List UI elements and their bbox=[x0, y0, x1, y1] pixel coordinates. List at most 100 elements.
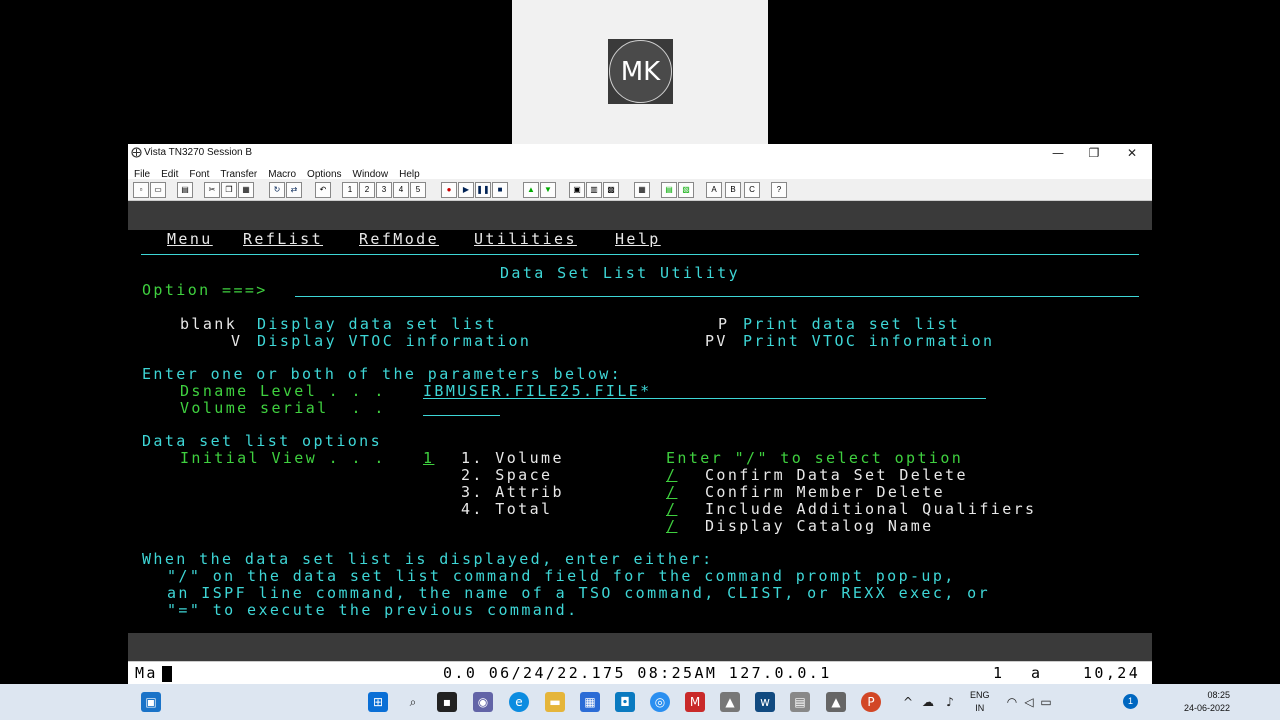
app-icon bbox=[131, 147, 142, 158]
pause-icon[interactable]: ❚❚ bbox=[475, 182, 491, 198]
volume-label: Volume serial . . bbox=[180, 399, 386, 417]
cut-icon[interactable]: ✂ bbox=[204, 182, 220, 198]
task-view-icon[interactable]: ▣ bbox=[141, 692, 161, 712]
record-icon[interactable]: ● bbox=[441, 182, 457, 198]
disconnect-icon[interactable]: ▥ bbox=[586, 182, 602, 198]
dsname-label: Dsname Level . . . bbox=[180, 382, 386, 400]
print-icon[interactable]: ▤ bbox=[177, 182, 193, 198]
status-bar: Ma 0.0 06/24/22.175 08:25AM 127.0.0.1 1 … bbox=[128, 661, 1152, 684]
start-icon[interactable]: ⊞ bbox=[368, 692, 388, 712]
chat-icon[interactable]: ◉ bbox=[473, 692, 493, 712]
keyboard-icon[interactable]: ▩ bbox=[603, 182, 619, 198]
macro-4-icon[interactable]: 4 bbox=[393, 182, 409, 198]
session-c-button[interactable]: C bbox=[744, 182, 760, 198]
option-key-blank: blank bbox=[180, 315, 238, 333]
status-mode: a bbox=[1031, 664, 1043, 682]
open-icon[interactable]: ▭ bbox=[150, 182, 166, 198]
search-icon[interactable]: ⌕ bbox=[403, 692, 423, 712]
check-confirm-dataset-delete[interactable]: / bbox=[666, 467, 677, 484]
connect-icon[interactable]: ▣ bbox=[569, 182, 585, 198]
actionbar-utilities[interactable]: Utilities bbox=[474, 231, 577, 248]
menu-bar: File Edit Font Transfer Macro Options Window He… bbox=[128, 162, 1152, 180]
capture-icon[interactable]: ▤ bbox=[661, 182, 677, 198]
macro-1-icon[interactable]: 1 bbox=[342, 182, 358, 198]
video-call-panel: MK bbox=[512, 0, 768, 144]
actionbar-separator bbox=[141, 254, 1139, 255]
vista-app-icon[interactable]: ▲ bbox=[826, 692, 846, 712]
new-icon[interactable]: ▫ bbox=[133, 182, 149, 198]
close-button[interactable]: ✕ bbox=[1114, 144, 1150, 162]
actionbar-reflist[interactable]: RefList bbox=[243, 231, 323, 248]
view-volume: 1. Volume bbox=[461, 449, 564, 467]
actionbar-refmode[interactable]: RefMode bbox=[359, 231, 439, 248]
refresh-icon[interactable]: ↻ bbox=[269, 182, 285, 198]
restore-button[interactable]: ❐ bbox=[1076, 144, 1112, 162]
powerpoint-icon[interactable]: P bbox=[861, 692, 881, 712]
title-bar: Vista TN3270 Session B — ❐ ✕ bbox=[128, 144, 1152, 162]
help-button[interactable]: ? bbox=[771, 182, 787, 198]
mic-icon[interactable]: ♪ bbox=[940, 692, 960, 712]
help-line-1: When the data set list is displayed, ent… bbox=[142, 550, 714, 568]
properties-icon[interactable]: ▦ bbox=[634, 182, 650, 198]
status-session: 1 bbox=[993, 664, 1005, 682]
widgets-icon[interactable]: ▪ bbox=[437, 692, 457, 712]
notification-badge[interactable]: 1 bbox=[1123, 694, 1138, 709]
copy-icon[interactable]: ❐ bbox=[221, 182, 237, 198]
params-heading: Enter one or both of the parameters belo… bbox=[142, 365, 623, 383]
actionbar-help[interactable]: Help bbox=[615, 231, 661, 248]
download-icon[interactable]: ▼ bbox=[540, 182, 556, 198]
stop-icon[interactable]: ■ bbox=[492, 182, 508, 198]
explorer-icon[interactable]: ▬ bbox=[545, 692, 565, 712]
check-confirm-member-delete[interactable]: / bbox=[666, 484, 677, 501]
cloud-icon[interactable]: ☁ bbox=[918, 692, 938, 712]
check-label-display-catalog: Display Catalog Name bbox=[705, 517, 934, 535]
terminal-app-icon[interactable]: ▲ bbox=[720, 692, 740, 712]
check-include-qualifiers[interactable]: / bbox=[666, 501, 677, 518]
menu-transfer[interactable]: Transfer bbox=[214, 166, 262, 180]
session-a-button[interactable]: A bbox=[706, 182, 722, 198]
macro-2-icon[interactable]: 2 bbox=[359, 182, 375, 198]
sync-icon[interactable]: ⇄ bbox=[286, 182, 302, 198]
initial-view-label: Initial View . . . bbox=[180, 449, 386, 467]
check-display-catalog[interactable]: / bbox=[666, 518, 677, 535]
app-icon-2[interactable]: ▤ bbox=[790, 692, 810, 712]
menu-help[interactable]: Help bbox=[393, 166, 425, 180]
actionbar-menu[interactable]: Menu bbox=[167, 231, 213, 248]
chrome-icon[interactable]: ◎ bbox=[650, 692, 670, 712]
cursor-block bbox=[162, 666, 172, 682]
play-icon[interactable]: ▶ bbox=[458, 182, 474, 198]
select-hint: Enter "/" to select option bbox=[666, 449, 964, 467]
help-line-2: "/" on the data set list command field f… bbox=[167, 567, 956, 585]
option-key-p: P bbox=[718, 315, 730, 333]
volume-input-underline bbox=[423, 415, 500, 416]
webex-icon[interactable]: w bbox=[755, 692, 775, 712]
tray-chevron-icon[interactable]: ^ bbox=[898, 692, 918, 712]
menu-file[interactable]: File bbox=[128, 166, 155, 180]
minimize-button[interactable]: — bbox=[1040, 144, 1076, 162]
menu-font[interactable]: Font bbox=[183, 166, 214, 180]
store-icon[interactable]: ▦ bbox=[580, 692, 600, 712]
session-b-button[interactable]: B bbox=[725, 182, 741, 198]
clock[interactable]: 08:25 24-06-2022 bbox=[1184, 689, 1230, 715]
language-indicator[interactable]: ENG IN bbox=[970, 689, 990, 715]
edge-icon[interactable]: e bbox=[509, 692, 529, 712]
check-label-include-qualifiers: Include Additional Qualifiers bbox=[705, 500, 1037, 518]
macro-3-icon[interactable]: 3 bbox=[376, 182, 392, 198]
menu-macro[interactable]: Macro bbox=[262, 166, 301, 180]
check-label-confirm-dataset-delete: Confirm Data Set Delete bbox=[705, 466, 968, 484]
terminal-bottom-margin bbox=[128, 633, 1152, 661]
app-icon-1[interactable]: ◘ bbox=[615, 692, 635, 712]
menu-window[interactable]: Window bbox=[347, 166, 394, 180]
initial-view-input[interactable]: 1 bbox=[423, 450, 434, 467]
battery-icon[interactable]: ▭ bbox=[1036, 692, 1056, 712]
macro-5-icon[interactable]: 5 bbox=[410, 182, 426, 198]
undo-icon[interactable]: ↶ bbox=[315, 182, 331, 198]
paste-icon[interactable]: ▦ bbox=[238, 182, 254, 198]
menu-options[interactable]: Options bbox=[301, 166, 346, 180]
log-icon[interactable]: ▧ bbox=[678, 182, 694, 198]
terminal-screen[interactable]: Menu RefList RefMode Utilities Help Data… bbox=[128, 201, 1152, 661]
menu-edit[interactable]: Edit bbox=[155, 166, 183, 180]
upload-icon[interactable]: ▲ bbox=[523, 182, 539, 198]
mcafee-icon[interactable]: M bbox=[685, 692, 705, 712]
toolbar: ▫ ▭ ▤ ✂ ❐ ▦ ↻ ⇄ ↶ 1 2 3 4 5 ● ▶ ❚❚ ■ ▲ ▼… bbox=[128, 179, 1152, 201]
